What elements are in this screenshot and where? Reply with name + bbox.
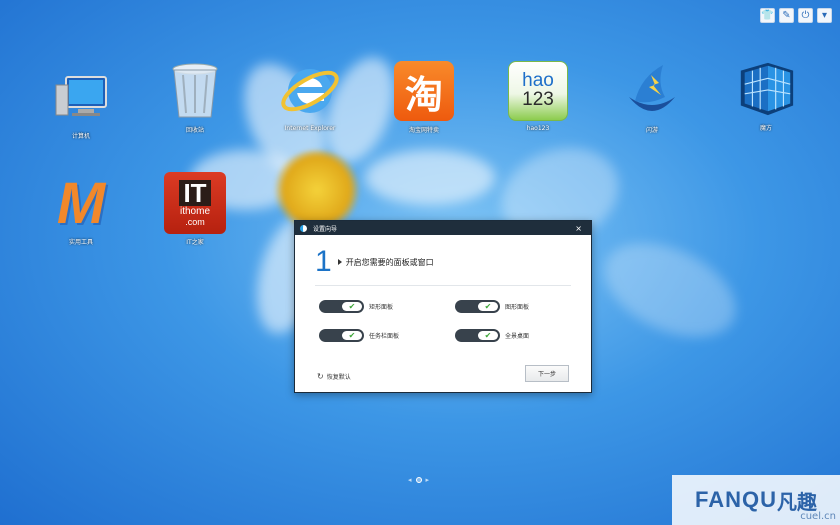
- step-header: 1 开启您需要的面板或窗口: [295, 235, 591, 277]
- hao-glyph: hao: [522, 70, 554, 92]
- close-icon[interactable]: ×: [571, 224, 586, 233]
- watermark-sub: cuel.cn: [800, 511, 836, 522]
- wallpaper-flower-center: [272, 150, 362, 230]
- step-text: 开启您需要的面板或窗口: [345, 257, 434, 267]
- setup-wizard-dialog: 设置向导 × 1 开启您需要的面板或窗口 ✔ 矩形面板 ✔ 图形面板 ✔ 任务栏…: [294, 220, 592, 393]
- option-taskbar-panel: ✔ 任务栏面板: [319, 329, 399, 342]
- desktop-icon-ie[interactable]: Internet Explorer: [270, 60, 350, 132]
- toggle-panorama-desktop[interactable]: ✔: [455, 329, 500, 342]
- skin-icon[interactable]: 👕: [760, 8, 775, 23]
- internet-explorer-icon: [279, 60, 341, 122]
- desktop-icon-label: 魔方: [759, 125, 772, 132]
- dialog-footer: ↻ 恢复默认 下一步: [295, 358, 591, 392]
- wallpaper-petal: [365, 150, 495, 205]
- check-icon: ✔: [342, 331, 362, 340]
- option-rect-panel: ✔ 矩形面板: [319, 300, 393, 313]
- desktop-icon-label: Internet Explorer: [284, 125, 336, 132]
- ithome-icon: IT ithome .com: [164, 172, 226, 234]
- menu-down-icon[interactable]: ▾: [817, 8, 832, 23]
- desktop-icon-tools[interactable]: M 实用工具: [41, 170, 121, 247]
- option-graphic-panel: ✔ 图形面板: [455, 300, 529, 313]
- desktop-icon-mofang[interactable]: 魔方: [726, 58, 806, 132]
- toggle-taskbar-panel[interactable]: ✔: [319, 329, 364, 342]
- desktop-icon-shanyou[interactable]: 闪游: [612, 60, 692, 134]
- edit-icon[interactable]: ✎: [779, 8, 794, 23]
- maxthon-glyph: M: [56, 170, 106, 236]
- wallpaper-petal: [589, 224, 751, 356]
- dialog-titlebar[interactable]: 设置向导 ×: [295, 221, 591, 235]
- desktop-icon-label: 回收站: [185, 127, 204, 134]
- hao123-icon: hao 123: [507, 60, 569, 122]
- option-label: 任务栏面板: [369, 333, 400, 340]
- step-number: 1: [315, 245, 332, 278]
- desktop-icon-ithome[interactable]: IT ithome .com IT之家: [155, 172, 235, 246]
- check-icon: ✔: [478, 331, 498, 340]
- power-icon[interactable]: ⏻: [798, 8, 813, 23]
- page-indicator: ◂ ▸: [408, 476, 429, 484]
- step-arrow-icon: [337, 259, 342, 265]
- ithome-com-glyph: .com: [185, 216, 205, 227]
- option-label: 图形面板: [505, 304, 530, 311]
- check-icon: ✔: [478, 302, 498, 311]
- restore-icon: ↻: [317, 372, 324, 381]
- app-logo-icon: [300, 224, 307, 232]
- desktop-icon-recycle-bin[interactable]: 回收站: [155, 60, 235, 134]
- cube-icon: [735, 58, 797, 120]
- desktop-icon-hao123[interactable]: hao 123 hao123: [498, 60, 578, 132]
- taobao-icon: 淘: [393, 60, 455, 122]
- computer-icon: [50, 66, 112, 128]
- toggle-rect-panel[interactable]: ✔: [319, 300, 364, 313]
- check-icon: ✔: [342, 302, 362, 311]
- taobao-glyph: 淘: [404, 72, 443, 117]
- page-dot[interactable]: [415, 477, 422, 483]
- option-panorama-desktop: ✔ 全景桌面: [455, 329, 529, 342]
- recycle-bin-icon: [164, 60, 226, 122]
- options-grid: ✔ 矩形面板 ✔ 图形面板 ✔ 任务栏面板 ✔ 全景桌面: [295, 286, 591, 356]
- desktop-icon-computer[interactable]: 计算机: [41, 66, 121, 140]
- desktop-icon-label: 淘宝网特卖: [408, 127, 439, 134]
- restore-label: 恢复默认: [326, 374, 351, 381]
- ithome-glyph: ithome: [179, 205, 210, 217]
- next-page-icon[interactable]: ▸: [426, 476, 430, 484]
- maxthon-icon: M: [50, 170, 112, 236]
- shanyou-icon: [621, 60, 683, 122]
- desktop-icon-label: 实用工具: [68, 239, 93, 246]
- desktop-icon-label: hao123: [526, 125, 550, 132]
- watermark-main: FANQU: [695, 487, 777, 512]
- next-button[interactable]: 下一步: [525, 365, 569, 382]
- watermark: FANQU 凡趣 cuel.cn: [672, 475, 840, 525]
- restore-default-link[interactable]: ↻ 恢复默认: [317, 372, 351, 381]
- option-label: 全景桌面: [505, 333, 530, 340]
- desktop-icon-label: 闪游: [645, 127, 658, 134]
- prev-page-icon[interactable]: ◂: [408, 476, 412, 484]
- desktop-icon-taobao[interactable]: 淘 淘宝网特卖: [384, 60, 464, 134]
- option-label: 矩形面板: [369, 304, 394, 311]
- desktop-icon-label: IT之家: [186, 239, 204, 246]
- dialog-title: 设置向导: [313, 225, 338, 233]
- desktop-icon-label: 计算机: [71, 133, 90, 140]
- top-controls: 👕 ✎ ⏻ ▾: [760, 8, 832, 23]
- it-glyph: IT: [179, 179, 211, 206]
- hao-num-glyph: 123: [522, 89, 554, 111]
- toggle-graphic-panel[interactable]: ✔: [455, 300, 500, 313]
